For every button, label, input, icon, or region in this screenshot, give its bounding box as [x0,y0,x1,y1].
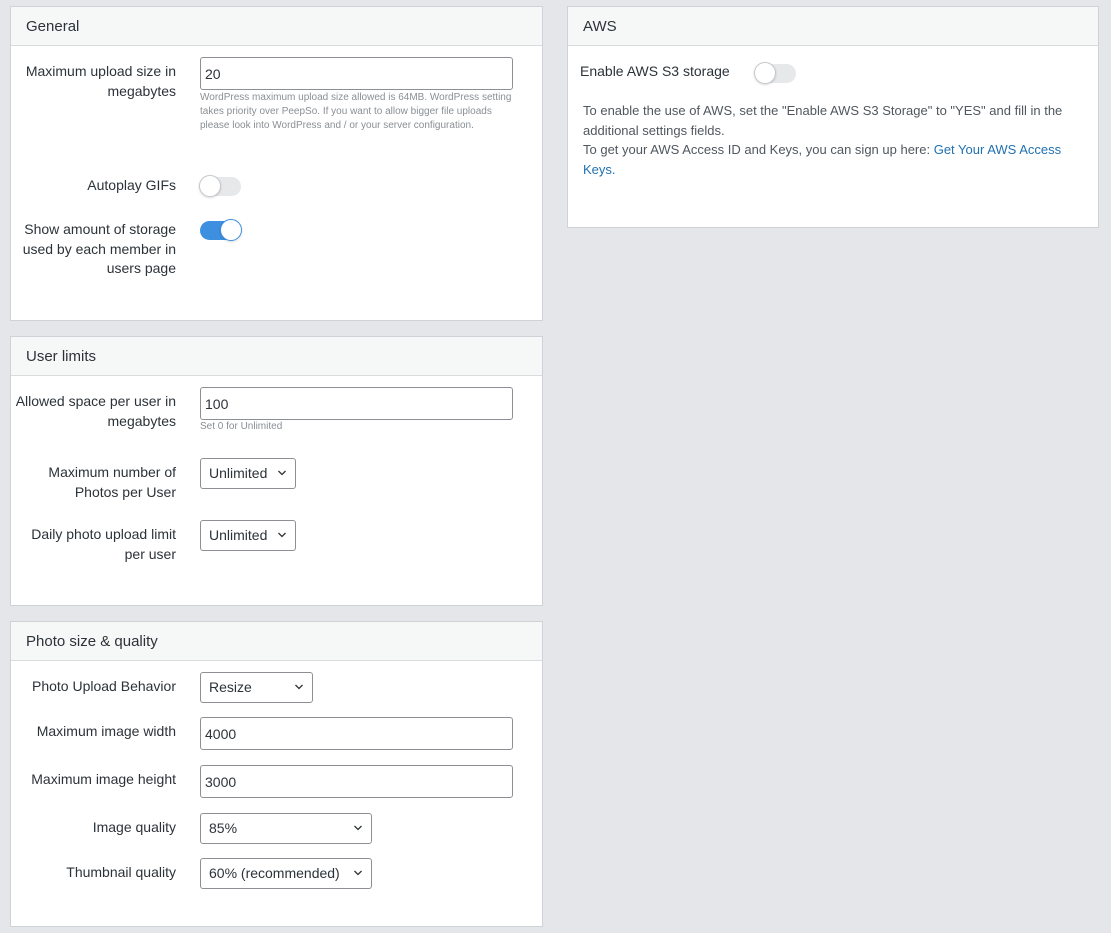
chevron-down-icon [354,825,362,831]
thumbnail-quality-select-value: 60% (recommended) [209,865,340,881]
show-storage-toggle[interactable] [200,219,242,241]
enable-aws-label: Enable AWS S3 storage [580,63,730,79]
aws-panel-title: AWS [568,7,1098,46]
aws-description: To enable the use of AWS, set the "Enabl… [583,101,1088,179]
max-upload-input[interactable] [200,57,513,90]
toggle-knob [199,175,221,197]
max-height-input[interactable] [200,765,513,798]
max-photos-select[interactable]: Unlimited [200,458,296,489]
photo-size-panel: Photo size & quality Photo Upload Behavi… [10,621,543,927]
chevron-down-icon [278,532,286,538]
max-photos-label: Maximum number of Photos per User [48,464,176,500]
user-limits-panel: User limits Allowed space per user in me… [10,336,543,606]
allowed-space-label: Allowed space per user in megabytes [15,393,176,429]
max-upload-label: Maximum upload size in megabytes [25,63,176,99]
autoplay-gifs-label: Autoplay GIFs [87,177,176,193]
max-photos-select-value: Unlimited [209,465,268,481]
user-limits-panel-title: User limits [11,337,542,376]
enable-aws-toggle[interactable] [754,62,796,84]
max-width-label: Maximum image width [36,723,176,739]
aws-panel: AWS Enable AWS S3 storage To enable the … [567,6,1099,228]
image-quality-label: Image quality [92,819,176,835]
image-quality-select-value: 85% [209,820,238,836]
toggle-knob [754,62,776,84]
toggle-knob [220,219,242,241]
daily-limit-select-value: Unlimited [209,527,268,543]
general-panel: General Maximum upload size in megabytes… [10,6,543,321]
allowed-space-input[interactable] [200,387,513,420]
aws-description-line1: To enable the use of AWS, set the "Enabl… [583,103,1063,138]
thumbnail-quality-select[interactable]: 60% (recommended) [200,858,372,889]
show-storage-label: Show amount of storage used by each memb… [22,221,176,276]
upload-behavior-select-value: Resize [209,679,252,695]
max-upload-help: WordPress maximum upload size allowed is… [200,92,512,131]
photo-size-panel-title: Photo size & quality [11,622,542,661]
general-panel-title: General [11,7,542,46]
chevron-down-icon [295,684,303,690]
image-quality-select[interactable]: 85% [200,813,372,844]
allowed-space-help: Set 0 for Unlimited [200,421,283,432]
daily-limit-label: Daily photo upload limit per user [31,526,176,562]
chevron-down-icon [354,870,362,876]
max-height-label: Maximum image height [31,771,176,787]
aws-description-line2-text: To get your AWS Access ID and Keys, you … [583,142,934,157]
max-width-input[interactable] [200,717,513,750]
upload-behavior-select[interactable]: Resize [200,672,313,703]
aws-description-line2: To get your AWS Access ID and Keys, you … [583,140,1088,179]
autoplay-gifs-toggle[interactable] [199,175,241,197]
upload-behavior-label: Photo Upload Behavior [32,678,176,694]
thumbnail-quality-label: Thumbnail quality [66,864,176,880]
daily-limit-select[interactable]: Unlimited [200,520,296,551]
chevron-down-icon [278,470,286,476]
